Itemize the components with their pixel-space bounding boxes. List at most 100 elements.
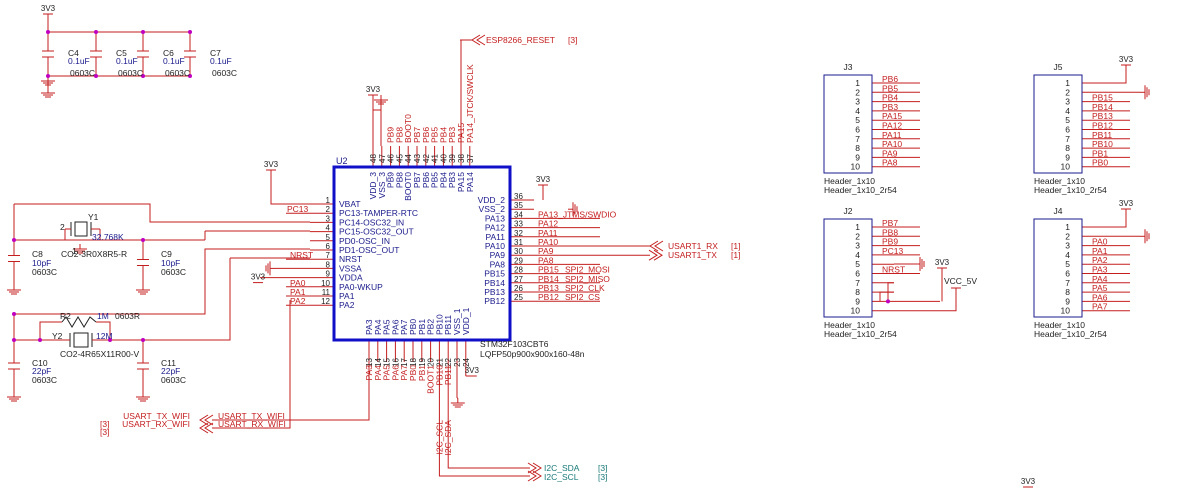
pin-number: 39 [448, 154, 457, 163]
header-body [1033, 218, 1083, 318]
pin-number: 32 [514, 229, 523, 238]
junction-dot [46, 30, 50, 34]
junction-dot [38, 338, 42, 342]
spi-label: SPI2_CS [565, 292, 600, 302]
cap-c10-package: 0603C [32, 375, 57, 385]
pin-name: PA2 [339, 300, 355, 310]
pin-number: 31 [514, 238, 523, 247]
offpage-arrow [649, 240, 659, 252]
pin-number: 30 [514, 247, 523, 256]
cap-package: 0603C [212, 68, 237, 78]
cap-c8-package: 0603C [32, 267, 57, 277]
chip-footprint: LQFP50p900x900x160-48n [480, 349, 585, 359]
labels: U2STM32F103CBT6LQFP50p900x900x160-48n1 VB… [32, 4, 1134, 486]
pin-number: 28 [514, 266, 523, 275]
junction-dot [141, 30, 145, 34]
header-pin-number: 10 [851, 306, 861, 316]
cap-value: 0.1uF [163, 56, 185, 66]
pin-number: 45 [395, 154, 404, 163]
wire-vbat [270, 170, 310, 205]
chip-part: STM32F103CBT6 [480, 339, 549, 349]
pin-number: 41 [431, 154, 440, 163]
wire-osc-out [143, 258, 231, 341]
offpage-i2c-ref: [3] [598, 472, 607, 482]
offpage-usart1-ref: [1] [731, 250, 740, 260]
pin-number: 11 [322, 288, 331, 297]
pin-number: 5 [326, 233, 331, 242]
header-net: PB0 [1092, 158, 1108, 168]
crystal-y2-freq: 12M [96, 331, 113, 341]
crystal-y2-package: CO2-4R65X11R00-V [60, 349, 140, 359]
header-pin-number: 10 [851, 162, 861, 172]
header-net: NRST [882, 265, 905, 275]
pin-number: 9 [326, 270, 331, 279]
pin-number: 23 [453, 357, 462, 366]
offpage-arrow [653, 249, 663, 261]
net-label-top: PA14_JTCK/SWCLK [465, 64, 475, 143]
pin-number: 48 [369, 154, 378, 163]
pin-number: 42 [422, 154, 431, 163]
wire [894, 288, 957, 312]
vcc5v-label: VCC_5V [944, 276, 977, 286]
header-ref: J3 [844, 62, 853, 72]
offpage-esp-reset: ESP8266_RESET [486, 35, 555, 45]
pin-name: PA14 [465, 172, 475, 192]
pin-number: 35 [514, 201, 523, 210]
pin-number: 38 [457, 154, 466, 163]
v3-top-label: 3V3 [366, 85, 381, 94]
wire [1104, 209, 1127, 228]
cap-value: 0.1uF [116, 56, 138, 66]
v3-caps-label: 3V3 [41, 4, 56, 13]
pin-number: 47 [378, 154, 387, 163]
crystal-y1-pin2: 2 [60, 222, 65, 232]
pin-number: 27 [514, 275, 523, 284]
resistor-r2-package: 0603R [115, 311, 140, 321]
header-body [823, 74, 873, 174]
pin-number: 3 [326, 214, 331, 223]
cap-c11-package: 0603C [161, 375, 186, 385]
junction-dot [141, 238, 145, 242]
v3-j5-label: 3V3 [1119, 55, 1134, 64]
resistor-r2-value: 1M [97, 311, 109, 321]
pin-number: 4 [326, 224, 331, 233]
net-label-bottom: PB11 [443, 365, 453, 385]
junction-dot [12, 312, 16, 316]
v3-vdda-label: 3V3 [251, 273, 266, 282]
pin-number: 8 [326, 260, 331, 269]
pin-number: 6 [326, 242, 331, 251]
pin-name: PB12 [484, 296, 505, 306]
header-ref: J5 [1054, 62, 1063, 72]
header-ref: J2 [844, 206, 853, 216]
cap-package: 0603C [70, 68, 95, 78]
pin-number: 44 [404, 154, 413, 163]
pin-number: 43 [413, 154, 422, 163]
net-nrst: NRST [290, 250, 313, 260]
junction-dot [46, 74, 50, 78]
cap-package: 0603C [165, 68, 190, 78]
crystal-y1-ref: Y1 [88, 212, 99, 222]
pin-number: 33 [514, 220, 523, 229]
pin-name: VDD_1 [461, 307, 471, 335]
header-net: PA8 [882, 158, 898, 168]
header-net: PA7 [1092, 302, 1108, 312]
net-i2c-sda-vertical: I2C_SDA [443, 420, 453, 456]
junction-dot [94, 30, 98, 34]
cap-value: 0.1uF [210, 56, 232, 66]
pin-number: 2 [326, 205, 331, 214]
header-body [1033, 74, 1083, 174]
v3-bottom-right-label: 3V3 [1021, 477, 1036, 486]
header-net: PC13 [882, 246, 904, 256]
header-pin-number: 10 [1061, 162, 1071, 172]
pin-number: 36 [514, 192, 523, 201]
pin-number: 40 [439, 154, 448, 163]
v3-j4-label: 3V3 [1119, 199, 1134, 208]
wire-usart-rx-wifi [212, 300, 291, 429]
offpage-i2c-scl: I2C_SCL [544, 472, 579, 482]
offpage-wifi-ref: [3] [100, 427, 109, 437]
pin-number: 46 [387, 154, 396, 163]
net-label-right: PB12 [538, 292, 559, 302]
junction-dot [886, 299, 890, 304]
header-body [823, 218, 873, 318]
v3-bottom-label: 3V3 [465, 366, 480, 375]
schematic-canvas: U2STM32F103CBT6LQFP50p900x900x160-48n1 VB… [7, 4, 1150, 488]
